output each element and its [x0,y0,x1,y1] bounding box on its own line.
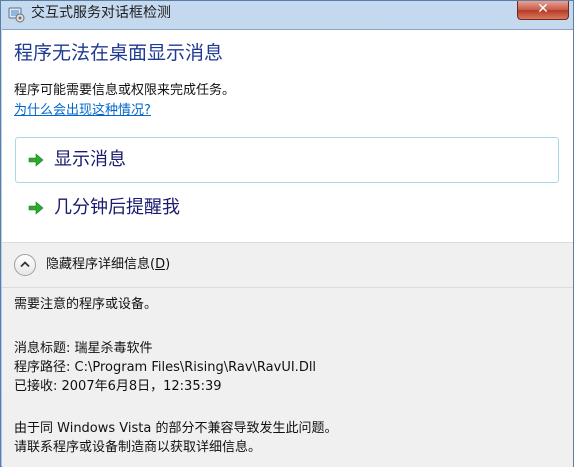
green-arrow-icon [28,152,44,168]
received-time: 已接收: 2007年6月8日，12:35:39 [14,379,222,394]
close-button[interactable]: ✕ [517,1,569,20]
remind-later-button[interactable]: 几分钟后提醒我 [15,185,559,231]
contact-text: 请联系程序或设备制造商以获取详细信息。 [14,440,262,455]
green-arrow-icon [28,200,44,216]
details-panel: 需要注意的程序或设备。 消息标题: 瑞星杀毒软件 程序路径: C:\Progra… [2,288,573,467]
why-link[interactable]: 为什么会出现这种情况? [14,102,151,120]
hide-details-label-end: ) [165,257,171,272]
cause-text: 由于同 Windows Vista 的部分不兼容导致发生此问题。 [14,421,338,436]
program-path: 程序路径: C:\Program Files\Rising\Rav\RavUI.… [14,360,317,375]
details-expander-button[interactable] [14,254,36,276]
show-message-button[interactable]: 显示消息 [15,137,559,183]
chevron-up-icon [20,261,30,268]
dialog-window: 交互式服务对话框检测 ✕ 程序无法在桌面显示消息 程序可能需要信息或权限来完成任… [0,0,574,467]
show-message-label: 显示消息 [54,149,126,170]
hide-details-link[interactable]: 隐藏程序详细信息(D) [46,255,170,275]
remind-later-label: 几分钟后提醒我 [54,197,180,218]
description-text: 程序可能需要信息或权限来完成任务。 [14,83,236,98]
app-icon [7,5,25,23]
main-heading: 程序无法在桌面显示消息 [14,42,224,64]
close-icon: ✕ [537,1,549,17]
title-bar[interactable]: 交互式服务对话框检测 ✕ [1,1,573,29]
dialog-content: 程序无法在桌面显示消息 程序可能需要信息或权限来完成任务。 为什么会出现这种情况… [2,29,573,467]
hide-details-label: 隐藏程序详细信息( [46,257,156,272]
window-title: 交互式服务对话框检测 [31,5,171,21]
hotkey-letter: D [155,257,166,272]
details-intro: 需要注意的程序或设备。 [14,297,158,312]
message-title: 消息标题: 瑞星杀毒软件 [14,341,153,356]
details-toggle-bar: 隐藏程序详细信息(D) [2,242,573,288]
